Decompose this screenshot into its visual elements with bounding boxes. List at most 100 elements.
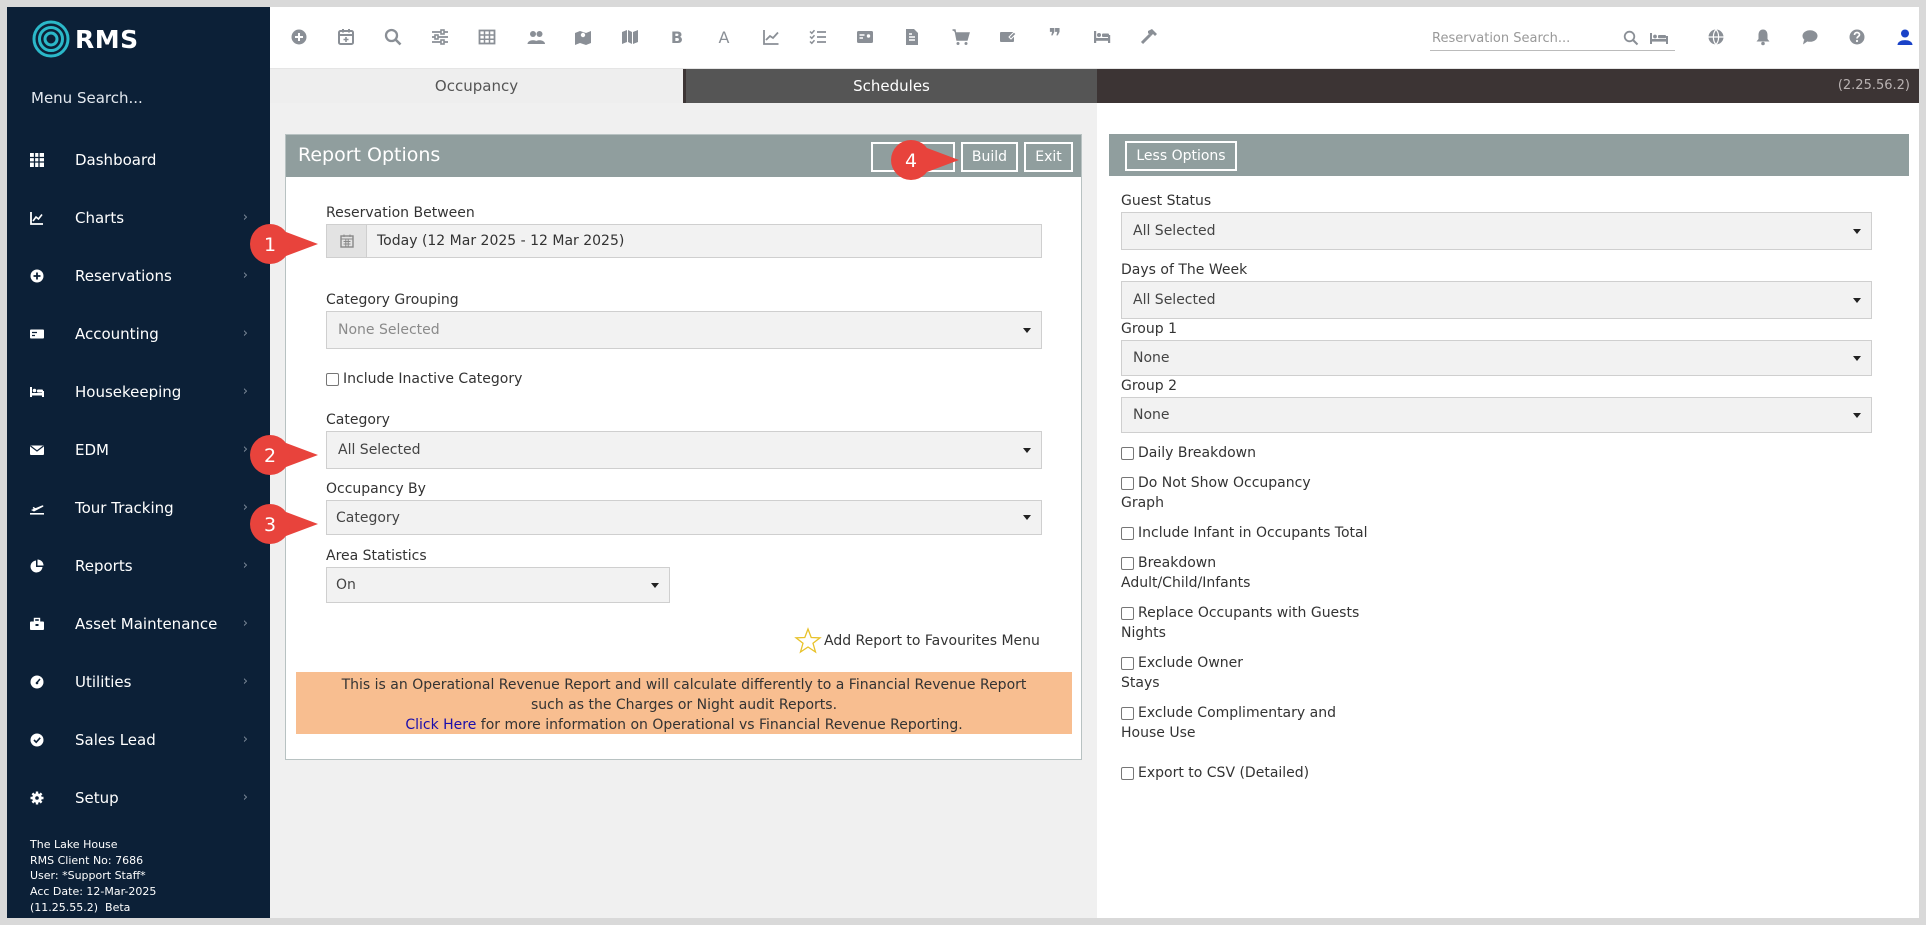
sidebar-item-charts[interactable]: Charts ›	[7, 198, 270, 238]
sidebar-item-setup[interactable]: Setup ›	[7, 778, 270, 818]
checkbox-box[interactable]	[1121, 707, 1134, 720]
group-1-select[interactable]: None	[1121, 340, 1872, 376]
group-2-select[interactable]: None	[1121, 397, 1872, 433]
callout-number: 4	[905, 150, 917, 172]
reservation-between-date-range[interactable]: Today (12 Mar 2025 - 12 Mar 2025)	[326, 224, 1042, 258]
grid-icon	[29, 152, 45, 168]
add-to-favourites-link[interactable]: Add Report to Favourites Menu	[794, 627, 1040, 655]
map-pin-icon[interactable]	[573, 27, 593, 47]
callout-3: 3	[248, 502, 318, 546]
sidebar-item-label: EDM	[75, 441, 109, 459]
menu-search[interactable]: Menu Search...	[31, 89, 143, 107]
hammer-icon[interactable]	[1139, 27, 1159, 47]
group-2-value: None	[1133, 407, 1170, 423]
quote-icon[interactable]: ❞	[1045, 25, 1065, 50]
invoice-icon[interactable]	[902, 27, 922, 47]
sidebar-item-edm[interactable]: EDM ›	[7, 430, 270, 470]
occupancy-by-select[interactable]: Category	[326, 500, 1042, 535]
include-infant-checkbox[interactable]: Include Infant in Occupants Total	[1121, 523, 1368, 543]
toolbox-icon	[29, 616, 45, 632]
bold-icon[interactable]: B	[667, 27, 687, 47]
days-of-week-select[interactable]: All Selected	[1121, 281, 1872, 319]
search-icon[interactable]	[1623, 30, 1639, 46]
map-icon[interactable]	[620, 27, 640, 47]
sidebar-item-reservations[interactable]: Reservations ›	[7, 256, 270, 296]
property-name: The Lake House	[30, 838, 118, 851]
sidebar-item-accounting[interactable]: Accounting ›	[7, 314, 270, 354]
table-icon[interactable]	[477, 27, 497, 47]
build-button[interactable]: Build	[961, 142, 1018, 172]
chart-icon	[29, 210, 45, 226]
caret-down-icon	[1023, 448, 1031, 453]
bell-icon[interactable]	[1753, 27, 1773, 47]
less-options-button[interactable]: Less Options	[1125, 141, 1237, 171]
sliders-icon[interactable]	[430, 27, 450, 47]
sidebar-item-reports[interactable]: Reports ›	[7, 546, 270, 586]
checkbox-box[interactable]	[1121, 607, 1134, 620]
checkbox-label-line-2: Nights	[1121, 625, 1166, 641]
checkbox-box[interactable]	[1121, 557, 1134, 570]
reservation-search-input[interactable]	[1430, 27, 1620, 49]
checkbox-box[interactable]	[1121, 527, 1134, 540]
checkbox-box[interactable]	[326, 373, 339, 386]
bed-icon[interactable]	[1092, 27, 1112, 47]
sidebar-item-tour-tracking[interactable]: Tour Tracking ›	[7, 488, 270, 528]
chevron-right-icon: ›	[242, 268, 248, 283]
rms-logo[interactable]: RMS	[31, 19, 139, 59]
exclude-owner-stays-checkbox[interactable]: Exclude Owner Stays	[1121, 653, 1243, 693]
caret-down-icon	[1853, 229, 1861, 234]
caret-down-icon	[1023, 328, 1031, 333]
sidebar-item-sales-lead[interactable]: Sales Lead ›	[7, 720, 270, 760]
click-here-link[interactable]: Click Here	[405, 717, 476, 733]
do-not-show-occupancy-graph-checkbox[interactable]: Do Not Show Occupancy Graph	[1121, 473, 1311, 513]
notice-line-2: such as the Charges or Night audit Repor…	[530, 697, 838, 713]
pie-chart-icon	[29, 558, 45, 574]
exit-button[interactable]: Exit	[1024, 142, 1073, 172]
money-icon	[29, 326, 45, 342]
check-circle-icon	[29, 732, 45, 748]
guest-status-select[interactable]: All Selected	[1121, 212, 1872, 250]
checkbox-box[interactable]	[1121, 767, 1134, 780]
globe-icon[interactable]	[1706, 27, 1726, 47]
category-select[interactable]: All Selected	[326, 431, 1042, 469]
search-icon[interactable]	[383, 27, 403, 47]
sidebar-item-label: Setup	[75, 789, 119, 807]
account-date: Acc Date: 12-Mar-2025	[30, 885, 157, 899]
id-card-icon[interactable]	[855, 27, 875, 47]
sidebar-item-utilities[interactable]: Utilities ›	[7, 662, 270, 702]
sidebar-item-asset-maintenance[interactable]: Asset Maintenance ›	[7, 604, 270, 644]
checkbox-box[interactable]	[1121, 477, 1134, 490]
sidebar-item-housekeeping[interactable]: Housekeeping ›	[7, 372, 270, 412]
caret-down-icon	[1853, 356, 1861, 361]
checkbox-box[interactable]	[1121, 447, 1134, 460]
category-grouping-select[interactable]: None Selected	[326, 311, 1042, 349]
add-circle-icon[interactable]	[289, 27, 309, 47]
help-icon[interactable]	[1847, 27, 1867, 47]
ticket-icon[interactable]	[998, 27, 1018, 47]
breakdown-adult-child-infants-checkbox[interactable]: Breakdown Adult/Child/Infants	[1121, 553, 1250, 593]
export-csv-detailed-checkbox[interactable]: Export to CSV (Detailed)	[1121, 763, 1309, 783]
chat-icon[interactable]	[1800, 27, 1820, 47]
checkbox-label: Do Not Show Occupancy	[1138, 475, 1311, 491]
include-inactive-category-checkbox[interactable]: Include Inactive Category	[326, 369, 522, 389]
group-2-label: Group 2	[1121, 378, 1177, 394]
caret-down-icon	[651, 583, 659, 588]
line-chart-icon[interactable]	[761, 27, 781, 47]
font-icon[interactable]: A	[714, 27, 734, 47]
replace-occupants-with-guests-checkbox[interactable]: Replace Occupants with Guests Nights	[1121, 603, 1359, 643]
area-statistics-select[interactable]: On	[326, 567, 670, 603]
cart-icon[interactable]	[951, 27, 971, 47]
calendar-icon[interactable]	[336, 27, 356, 47]
sidebar-item-dashboard[interactable]: Dashboard	[7, 140, 270, 180]
tab-occupancy[interactable]: Occupancy	[270, 69, 683, 103]
sidebar-item-label: Asset Maintenance	[75, 615, 218, 633]
checklist-icon[interactable]	[808, 27, 828, 47]
bed-icon[interactable]	[1649, 30, 1669, 46]
tab-schedules[interactable]: Schedules	[686, 69, 1097, 103]
users-icon[interactable]	[526, 27, 546, 47]
daily-breakdown-checkbox[interactable]: Daily Breakdown	[1121, 443, 1256, 463]
checkbox-box[interactable]	[1121, 657, 1134, 670]
exclude-complimentary-checkbox[interactable]: Exclude Complimentary and House Use	[1121, 703, 1336, 743]
checkbox-label: Exclude Owner	[1138, 655, 1244, 671]
user-profile-icon[interactable]	[1895, 27, 1915, 47]
